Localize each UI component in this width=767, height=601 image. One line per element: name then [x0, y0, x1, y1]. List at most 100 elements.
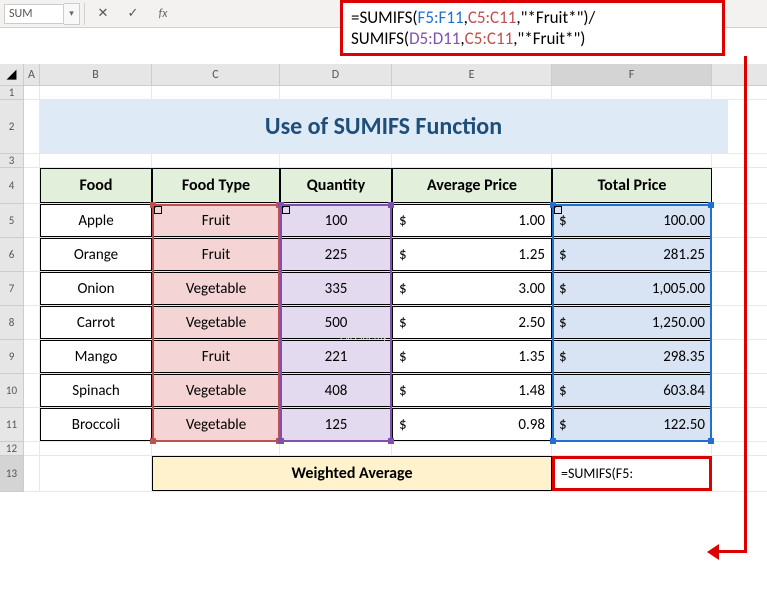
cell[interactable] [392, 86, 552, 99]
row-header-13[interactable]: 13 [0, 456, 24, 492]
cell[interactable] [24, 204, 40, 237]
food-cell[interactable]: Orange [40, 238, 152, 271]
qty-cell[interactable]: 125 [280, 408, 392, 441]
hdr-qty[interactable]: Quantity [280, 168, 392, 203]
hdr-avg[interactable]: Average Price [392, 168, 552, 203]
qty-cell[interactable]: 408 [280, 374, 392, 407]
food-cell[interactable]: Mango [40, 340, 152, 373]
total-cell[interactable]: $122.50 [552, 408, 712, 441]
cell[interactable] [280, 442, 392, 455]
food-cell[interactable]: Onion [40, 272, 152, 305]
food-cell[interactable]: Spinach [40, 374, 152, 407]
cancel-icon[interactable]: ✕ [95, 6, 111, 22]
col-header-f[interactable]: F [552, 64, 712, 85]
weighted-avg-cell[interactable]: =SUMIFS(F5: [552, 456, 712, 491]
cell[interactable] [392, 442, 552, 455]
total-cell[interactable]: $1,250.00 [552, 306, 712, 339]
cell[interactable] [40, 442, 152, 455]
qty-cell[interactable]: 335 [280, 272, 392, 305]
type-cell[interactable]: Fruit [152, 204, 280, 237]
fx-icon[interactable]: fx [155, 6, 171, 22]
cell[interactable] [24, 272, 40, 305]
total-cell[interactable]: $603.84 [552, 374, 712, 407]
col-header-a[interactable]: A [24, 64, 40, 85]
total-cell[interactable]: $281.25 [552, 238, 712, 271]
row-header-4[interactable]: 4 [0, 168, 24, 204]
cell[interactable] [24, 408, 40, 441]
cell[interactable] [40, 86, 152, 99]
avg-cell[interactable]: $3.00 [392, 272, 552, 305]
name-box-dropdown[interactable]: ▾ [64, 3, 80, 25]
enter-icon[interactable]: ✓ [125, 6, 141, 22]
hdr-type[interactable]: Food Type [152, 168, 280, 203]
formula-text: =SUMIFS( [351, 7, 418, 28]
total-cell[interactable]: $298.35 [552, 340, 712, 373]
food-cell[interactable]: Broccoli [40, 408, 152, 441]
col-header-e[interactable]: E [392, 64, 552, 85]
type-cell[interactable]: Vegetable [152, 306, 280, 339]
cell[interactable] [24, 456, 40, 491]
cell[interactable] [152, 86, 280, 99]
cell[interactable] [24, 442, 40, 455]
col-header-c[interactable]: C [152, 64, 280, 85]
row-header-9[interactable]: 9 [0, 340, 24, 374]
avg-cell[interactable]: $1.35 [392, 340, 552, 373]
qty-cell[interactable]: 225 [280, 238, 392, 271]
callout-arrow [744, 56, 747, 552]
avg-cell[interactable]: $1.48 [392, 374, 552, 407]
row-header-8[interactable]: 8 [0, 306, 24, 340]
avg-cell[interactable]: $1.00 [392, 204, 552, 237]
type-cell[interactable]: Fruit [152, 340, 280, 373]
qty-cell[interactable]: 100 [280, 204, 392, 237]
weighted-avg-label[interactable]: Weighted Average [152, 456, 552, 491]
row-header-7[interactable]: 7 [0, 272, 24, 306]
cell[interactable] [24, 374, 40, 407]
cell[interactable] [24, 238, 40, 271]
hdr-total[interactable]: Total Price [552, 168, 712, 203]
cell[interactable] [24, 100, 40, 153]
cell[interactable] [552, 154, 712, 167]
row-header-12[interactable]: 12 [0, 442, 24, 456]
total-cell[interactable]: $100.00 [552, 204, 712, 237]
select-all-corner[interactable]: ◢ [0, 64, 24, 85]
cell[interactable] [40, 456, 152, 491]
col-header-b[interactable]: B [40, 64, 152, 85]
cell[interactable] [392, 154, 552, 167]
cell[interactable] [280, 86, 392, 99]
type-cell[interactable]: Vegetable [152, 272, 280, 305]
avg-cell[interactable]: $2.50 [392, 306, 552, 339]
cell[interactable] [152, 442, 280, 455]
cell[interactable] [24, 306, 40, 339]
row-header-3[interactable]: 3 [0, 154, 24, 168]
cell[interactable] [40, 154, 152, 167]
row-header-2[interactable]: 2 [0, 100, 24, 154]
cell[interactable] [280, 154, 392, 167]
row-header-6[interactable]: 6 [0, 238, 24, 272]
cell[interactable] [552, 86, 712, 99]
avg-cell[interactable]: $1.25 [392, 238, 552, 271]
type-cell[interactable]: Fruit [152, 238, 280, 271]
qty-cell[interactable]: 221 [280, 340, 392, 373]
row-header-10[interactable]: 10 [0, 374, 24, 408]
avg-cell[interactable]: $0.98 [392, 408, 552, 441]
cell[interactable] [24, 86, 40, 99]
qty-cell[interactable]: 500 [280, 306, 392, 339]
col-header-d[interactable]: D [280, 64, 392, 85]
row-header-1[interactable]: 1 [0, 86, 24, 100]
title-cell[interactable]: Use of SUMIFS Function [40, 100, 728, 153]
row-header-5[interactable]: 5 [0, 204, 24, 238]
row-header-11[interactable]: 11 [0, 408, 24, 442]
name-box[interactable]: SUM [4, 4, 64, 24]
type-cell[interactable]: Vegetable [152, 374, 280, 407]
cell[interactable] [24, 340, 40, 373]
hdr-food[interactable]: Food [40, 168, 152, 203]
total-cell[interactable]: $1,005.00 [552, 272, 712, 305]
type-cell[interactable]: Vegetable [152, 408, 280, 441]
cell[interactable] [152, 154, 280, 167]
food-cell[interactable]: Apple [40, 204, 152, 237]
food-cell[interactable]: Carrot [40, 306, 152, 339]
cell[interactable] [552, 442, 712, 455]
cell[interactable] [24, 154, 40, 167]
formula-input-callout[interactable]: =SUMIFS(F5:F11,C5:C11,"*Fruit*")/ SUMIFS… [340, 0, 725, 56]
cell[interactable] [24, 168, 40, 203]
